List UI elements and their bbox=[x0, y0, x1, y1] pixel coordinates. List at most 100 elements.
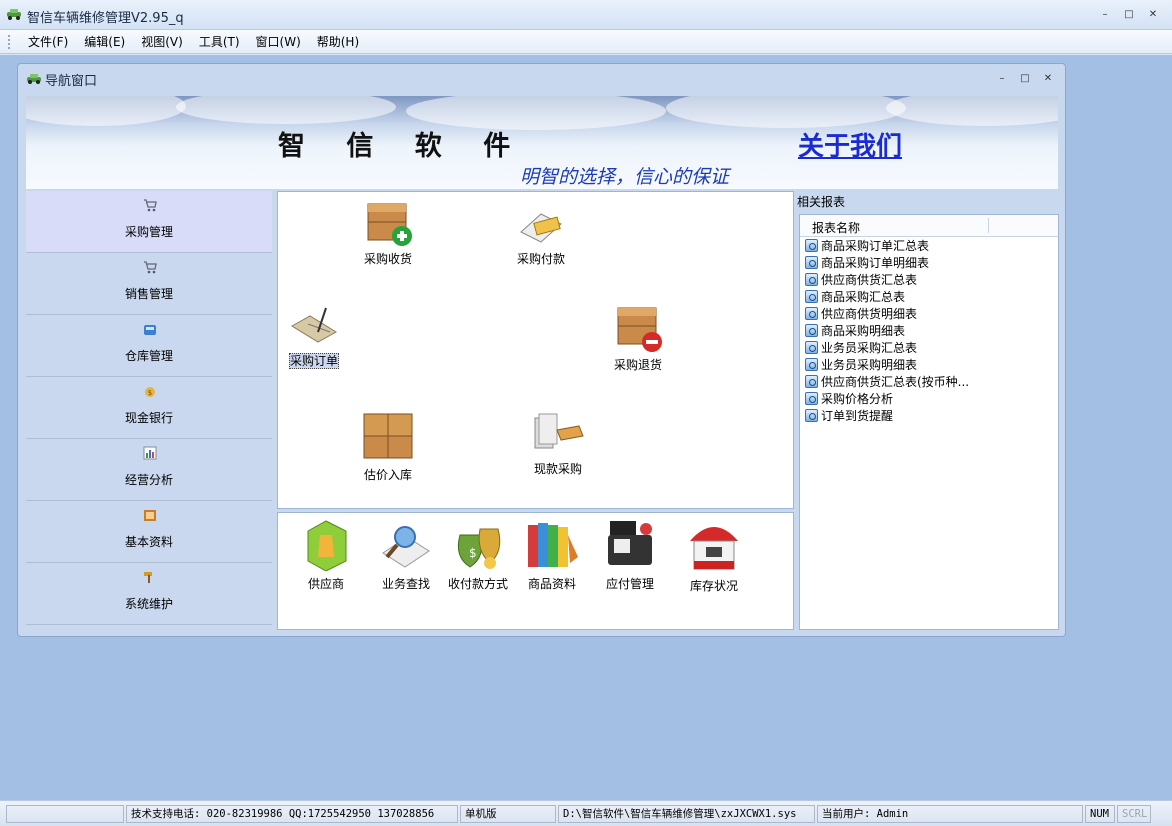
tile-payable-management[interactable]: 应付管理 bbox=[598, 517, 662, 592]
menu-edit[interactable]: 编辑(E) bbox=[76, 33, 133, 50]
cash-hand-icon bbox=[534, 413, 584, 449]
report-item[interactable]: 商品采购汇总表 bbox=[800, 288, 1058, 305]
workflow-panel: 采购收货 采购付款 采购订单 采购退货 估价入库 现款采购 bbox=[277, 191, 794, 509]
box-remove-icon bbox=[617, 307, 662, 352]
report-item[interactable]: 采购价格分析 bbox=[800, 390, 1058, 407]
report-label: 商品采购明细表 bbox=[821, 324, 906, 338]
tile-label: 商品资料 bbox=[527, 577, 576, 591]
report-item[interactable]: 商品采购订单汇总表 bbox=[800, 237, 1058, 254]
report-name-column[interactable]: 报表名称 bbox=[812, 219, 860, 236]
about-us-link[interactable]: 关于我们 bbox=[798, 126, 902, 163]
tile-purchase-return[interactable]: 采购退货 bbox=[608, 302, 668, 373]
tile-supplier[interactable]: 供应商 bbox=[294, 517, 358, 592]
magnifier-icon bbox=[382, 526, 430, 568]
svg-text:$: $ bbox=[148, 389, 152, 397]
report-item[interactable]: 商品采购明细表 bbox=[800, 322, 1058, 339]
banner: 智 信 软 件 关于我们 明智的选择，信心的保证 bbox=[26, 96, 1058, 189]
tile-label: 收付款方式 bbox=[447, 577, 508, 591]
tile-label: 应付管理 bbox=[605, 577, 654, 591]
navigation-window-title: 导航窗口 bbox=[45, 74, 98, 89]
money-bag-icon: $ bbox=[457, 528, 501, 569]
tile-label: 估价入库 bbox=[363, 468, 412, 482]
boxes-icon bbox=[363, 413, 413, 459]
tile-product-data[interactable]: 商品资料 bbox=[520, 517, 584, 592]
tile-purchase-order[interactable]: 采购订单 bbox=[284, 302, 344, 369]
report-icon bbox=[805, 392, 818, 405]
column-divider[interactable] bbox=[988, 218, 989, 233]
reports-column-header[interactable]: 报表名称 bbox=[800, 215, 1058, 237]
report-label: 供应商供货明细表 bbox=[821, 307, 918, 321]
tile-estimate-stock-in[interactable]: 估价入库 bbox=[358, 410, 418, 483]
report-label: 业务员采购明细表 bbox=[821, 358, 918, 372]
report-item[interactable]: 供应商供货汇总表(按币种... bbox=[800, 373, 1058, 390]
chart-icon bbox=[143, 446, 157, 460]
nav-label: 系统维护 bbox=[124, 597, 173, 611]
report-icon bbox=[805, 239, 818, 252]
cart-icon bbox=[144, 199, 157, 212]
minimize-button[interactable]: – bbox=[1098, 8, 1112, 20]
navigation-window: 导航窗口 – □ ✕ 智 信 软 件 关于我们 明智的选择，信心的保证 采购管理… bbox=[17, 63, 1066, 637]
cart-icon bbox=[144, 261, 157, 274]
tile-label: 采购退货 bbox=[613, 358, 662, 372]
close-button[interactable]: ✕ bbox=[1146, 8, 1160, 20]
tile-purchase-payment[interactable]: 采购付款 bbox=[511, 202, 571, 267]
nav-item-cash-bank[interactable]: $ 现金银行 bbox=[26, 377, 272, 439]
menu-help[interactable]: 帮助(H) bbox=[309, 33, 367, 50]
maximize-button[interactable]: □ bbox=[1122, 8, 1136, 20]
report-item[interactable]: 业务员采购明细表 bbox=[800, 356, 1058, 373]
report-icon bbox=[805, 256, 818, 269]
menu-file[interactable]: 文件(F) bbox=[20, 33, 76, 50]
nav-label: 采购管理 bbox=[124, 225, 173, 239]
nav-item-purchase[interactable]: 采购管理 bbox=[26, 191, 272, 253]
module-nav: 采购管理 销售管理 仓库管理 $ 现金银行 经营分析 基本资料 系统维护 bbox=[26, 191, 274, 627]
nav-item-basic-data[interactable]: 基本资料 bbox=[26, 501, 272, 563]
report-label: 商品采购订单明细表 bbox=[821, 256, 930, 270]
tile-cash-purchase[interactable]: 现款采购 bbox=[528, 410, 588, 477]
nav-item-warehouse[interactable]: 仓库管理 bbox=[26, 315, 272, 377]
tile-business-search[interactable]: 业务查找 bbox=[374, 517, 438, 592]
slogan: 明智的选择，信心的保证 bbox=[520, 166, 730, 188]
status-mode: 单机版 bbox=[460, 805, 556, 823]
warehouse-icon bbox=[144, 325, 156, 335]
menu-grip bbox=[8, 34, 12, 49]
app-car-icon bbox=[7, 9, 21, 20]
nav-label: 基本资料 bbox=[124, 535, 173, 549]
child-minimize-button[interactable]: – bbox=[995, 72, 1009, 84]
menu-tools[interactable]: 工具(T) bbox=[191, 33, 248, 50]
tile-label: 现款采购 bbox=[533, 462, 582, 476]
nav-item-sales[interactable]: 销售管理 bbox=[26, 253, 272, 315]
report-label: 供应商供货汇总表(按币种... bbox=[821, 375, 970, 389]
svg-text:$: $ bbox=[469, 546, 477, 560]
tile-label: 供应商 bbox=[307, 577, 344, 591]
report-item[interactable]: 供应商供货明细表 bbox=[800, 305, 1058, 322]
books-icon bbox=[528, 523, 578, 567]
quick-access-panel: 供应商 业务查找 $ 收付款方式 商品资料 应付管理 库存状况 bbox=[277, 512, 794, 630]
nav-label: 仓库管理 bbox=[124, 349, 173, 363]
report-icon bbox=[805, 409, 818, 422]
tile-inventory-status[interactable]: 库存状况 bbox=[682, 517, 746, 594]
navigation-window-titlebar: 导航窗口 – □ ✕ bbox=[18, 64, 1065, 92]
report-icon bbox=[805, 341, 818, 354]
report-item[interactable]: 供应商供货汇总表 bbox=[800, 271, 1058, 288]
money-icon: $ bbox=[145, 387, 155, 397]
report-item[interactable]: 订单到货提醒 bbox=[800, 407, 1058, 424]
nav-item-analysis[interactable]: 经营分析 bbox=[26, 439, 272, 501]
menu-window[interactable]: 窗口(W) bbox=[248, 33, 309, 50]
hammer-icon bbox=[144, 572, 152, 583]
status-bar: 技术支持电话: 020-82319986 QQ:1725542950 13702… bbox=[0, 800, 1172, 826]
folder-icon bbox=[144, 510, 156, 521]
report-item[interactable]: 商品采购订单明细表 bbox=[800, 254, 1058, 271]
status-num: NUM bbox=[1085, 805, 1115, 823]
menu-view[interactable]: 视图(V) bbox=[133, 33, 191, 50]
tile-purchase-receive[interactable]: 采购收货 bbox=[358, 196, 418, 267]
child-close-button[interactable]: ✕ bbox=[1041, 72, 1055, 84]
box-add-icon bbox=[367, 203, 412, 246]
report-item[interactable]: 业务员采购汇总表 bbox=[800, 339, 1058, 356]
nav-item-system[interactable]: 系统维护 bbox=[26, 563, 272, 625]
status-scrl: SCRL bbox=[1117, 805, 1151, 823]
tile-payment-method[interactable]: $ 收付款方式 bbox=[444, 517, 512, 592]
report-icon bbox=[805, 273, 818, 286]
report-label: 商品采购汇总表 bbox=[821, 290, 906, 304]
child-maximize-button[interactable]: □ bbox=[1018, 72, 1032, 84]
report-label: 业务员采购汇总表 bbox=[821, 341, 918, 355]
